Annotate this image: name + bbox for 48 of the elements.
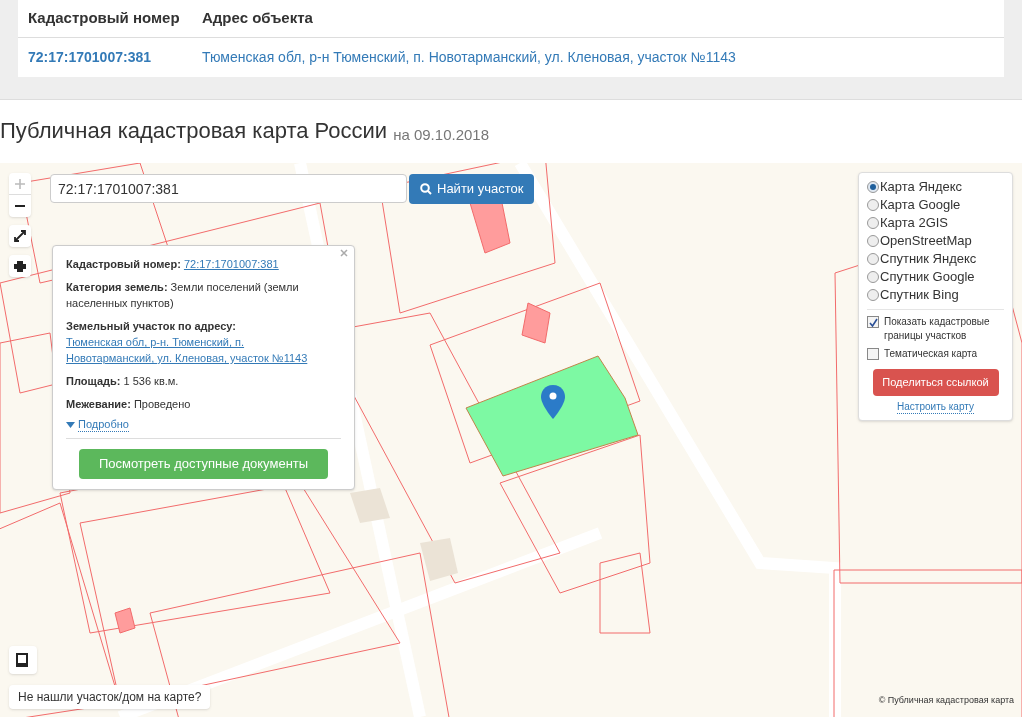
details-link[interactable]: Подробно [66, 418, 129, 432]
minus-icon [15, 205, 25, 207]
radio-button[interactable] [867, 199, 879, 211]
table-cell-link[interactable]: Тюменская обл, р-н Тюменский, п. Новотарманский, ул. Кленовая, участок №1143 [192, 47, 746, 68]
radio-button[interactable] [867, 217, 879, 229]
info-line: Площадь: 1 536 кв.м. [66, 374, 180, 389]
info-line: Земельный участок по адресу: Тюменская обл, р-н. Тюменский, п. Новотарманский, ул. Кленовая, участок №1143 [66, 318, 333, 366]
info-line: Категория земель: Земли поселений (земли населенных пунктов) [66, 280, 300, 311]
checkbox[interactable] [867, 316, 879, 328]
radio-button[interactable] [867, 253, 879, 265]
layer-label[interactable]: Карта 2GIS [880, 213, 949, 233]
search-icon [420, 183, 432, 195]
layer-label[interactable]: Карта Яндекс [880, 177, 963, 197]
caret-icon [66, 422, 75, 428]
close-icon [340, 249, 348, 257]
info-link[interactable]: 72:17:1701007:381 [183, 256, 279, 272]
print-button[interactable] [9, 255, 31, 277]
column-header: Кадастровый номер [27, 8, 181, 29]
option-label[interactable]: Показать кадастровые границы участков [884, 315, 1004, 343]
not-found-button[interactable]: Не нашли участок/дом на карте? [9, 685, 211, 709]
search-button[interactable]: Найти участок [409, 174, 535, 204]
layer-label[interactable]: Спутник Bing [880, 285, 959, 305]
radio-button[interactable] [867, 235, 879, 247]
radio-button[interactable] [867, 181, 879, 193]
radio-button[interactable] [867, 271, 879, 283]
layer-label[interactable]: Спутник Яндекс [880, 249, 977, 269]
column-header: Адрес объекта [201, 8, 314, 29]
title-date: на 09.10.2018 [393, 124, 489, 145]
checkbox[interactable] [867, 348, 879, 360]
page-title: Публичная кадастровая карта России [0, 117, 388, 145]
fullscreen-button[interactable] [9, 225, 31, 247]
layer-label[interactable]: Спутник Google [880, 267, 975, 287]
share-button[interactable]: Поделиться ссылкой [872, 369, 999, 396]
info-line: Кадастровый номер: 72:17:1701007:381 [66, 256, 280, 272]
settings-link[interactable]: Настроить карту [897, 401, 974, 414]
expand-icon [14, 230, 26, 242]
plus-icon [15, 178, 25, 189]
legend-button[interactable] [9, 646, 37, 674]
search-field[interactable]: 72:17:1701007:381 [50, 174, 407, 203]
book-icon [16, 653, 30, 667]
close-button[interactable] [340, 249, 348, 257]
option-label[interactable]: Тематическая карта [884, 347, 978, 361]
info-line: Межевание: Проведено [66, 397, 192, 412]
info-link[interactable]: Тюменская обл, р-н. Тюменский, п. Новотарманский, ул. Кленовая, участок №1143 [66, 334, 333, 366]
table-cell-link[interactable]: 72:17:1701007:381 [18, 47, 192, 68]
radio-button[interactable] [867, 289, 879, 301]
layer-label[interactable]: OpenStreetMap [880, 231, 972, 251]
layer-label[interactable]: Карта Google [880, 195, 961, 215]
